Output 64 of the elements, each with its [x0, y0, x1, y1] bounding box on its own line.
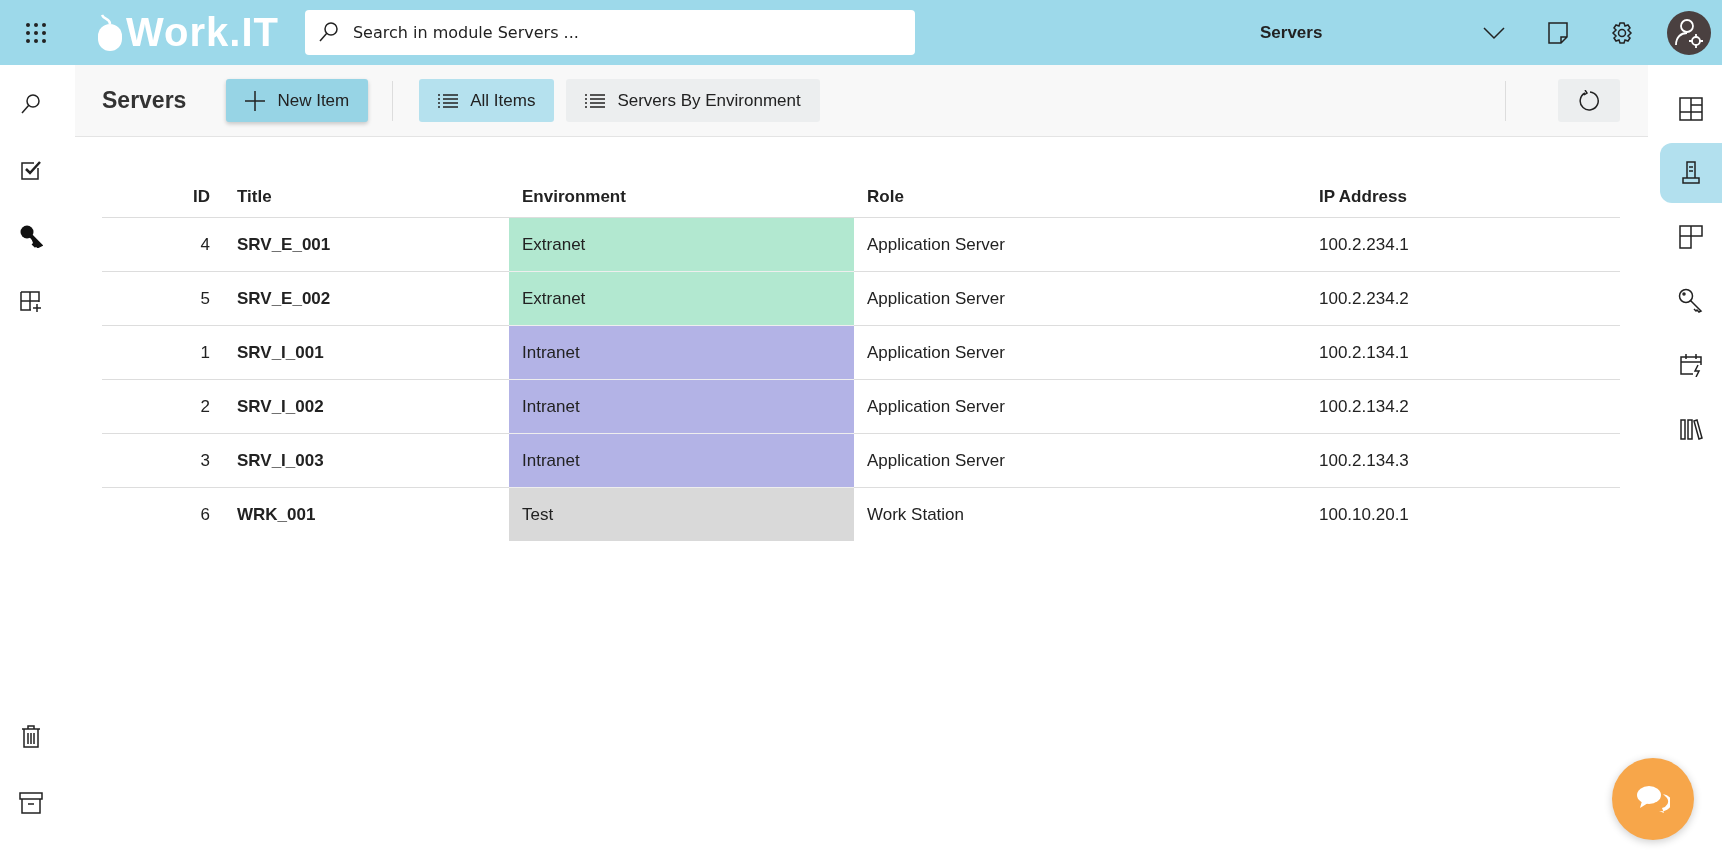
chat-bubbles-icon	[1636, 785, 1670, 813]
note-icon	[1548, 21, 1568, 44]
calendar-bolt-icon	[1679, 353, 1703, 377]
table-cell: 2	[102, 379, 224, 434]
search-field[interactable]: Search in module Servers ...	[304, 10, 915, 55]
search-icon	[19, 92, 43, 116]
new-item-button[interactable]: New Item	[226, 79, 369, 122]
waffle-icon	[25, 21, 47, 44]
environment-cell: Intranet	[509, 433, 854, 488]
mouse-logo-icon	[96, 13, 124, 52]
table-cell: 100.2.134.3	[1306, 433, 1620, 488]
list-icon	[438, 93, 459, 108]
column-header: Environment	[509, 177, 854, 218]
page-title: Servers	[102, 87, 187, 114]
table-cell: 6	[102, 487, 224, 541]
checkbox-icon	[20, 159, 42, 181]
key-icon	[1678, 288, 1704, 314]
logo-text: Work.IT	[126, 10, 279, 55]
view-tab[interactable]: All Items	[419, 79, 555, 122]
column-header: IP Address	[1306, 177, 1620, 218]
grid-plus-icon	[19, 290, 43, 314]
chevron-down-icon	[1483, 25, 1505, 40]
refresh-icon	[1578, 89, 1600, 112]
environment-cell: Intranet	[509, 379, 854, 434]
column-header: ID	[102, 177, 224, 218]
view-tab[interactable]: Servers By Environment	[566, 79, 820, 122]
table-cell: 1	[102, 325, 224, 380]
environment-cell: Extranet	[509, 217, 854, 272]
books-icon	[1679, 417, 1703, 441]
table-cell: Application Server	[854, 325, 1306, 380]
environment-cell: Test	[509, 487, 854, 541]
avatar-icon	[1667, 10, 1711, 55]
layout-grid-icon	[1679, 97, 1703, 121]
table-cell: 100.2.234.1	[1306, 217, 1620, 272]
table-cell: 100.2.134.1	[1306, 325, 1620, 380]
column-header: Role	[854, 177, 1306, 218]
table-cell: 100.2.234.2	[1306, 271, 1620, 326]
key-icon	[19, 224, 43, 248]
plus-icon	[245, 90, 266, 111]
panels-icon	[1679, 225, 1703, 249]
table-cell: 3	[102, 433, 224, 488]
table-cell: Application Server	[854, 379, 1306, 434]
environment-cell: Intranet	[509, 325, 854, 380]
table-cell: Application Server	[854, 217, 1306, 272]
search-icon	[316, 20, 341, 44]
column-header: Title	[224, 177, 509, 218]
table-cell: 100.2.134.2	[1306, 379, 1620, 434]
archive-box-icon	[19, 792, 43, 814]
table-cell: Work Station	[854, 487, 1306, 541]
user-button[interactable]	[1666, 9, 1712, 56]
module-name: Servers	[1260, 22, 1324, 43]
table-cell: 4	[102, 217, 224, 272]
server-icon	[1680, 161, 1702, 185]
table-cell: WRK_001	[224, 487, 509, 541]
table-cell: Application Server	[854, 433, 1306, 488]
table-cell: 100.10.20.1	[1306, 487, 1620, 541]
refresh-button[interactable]	[1558, 79, 1620, 122]
table-cell: 5	[102, 271, 224, 326]
trash-icon	[21, 725, 41, 749]
environment-cell: Extranet	[509, 271, 854, 326]
table-cell: Application Server	[854, 271, 1306, 326]
list-icon	[585, 93, 606, 108]
settings-icon	[1611, 21, 1633, 44]
nav-button[interactable]	[1660, 143, 1722, 203]
